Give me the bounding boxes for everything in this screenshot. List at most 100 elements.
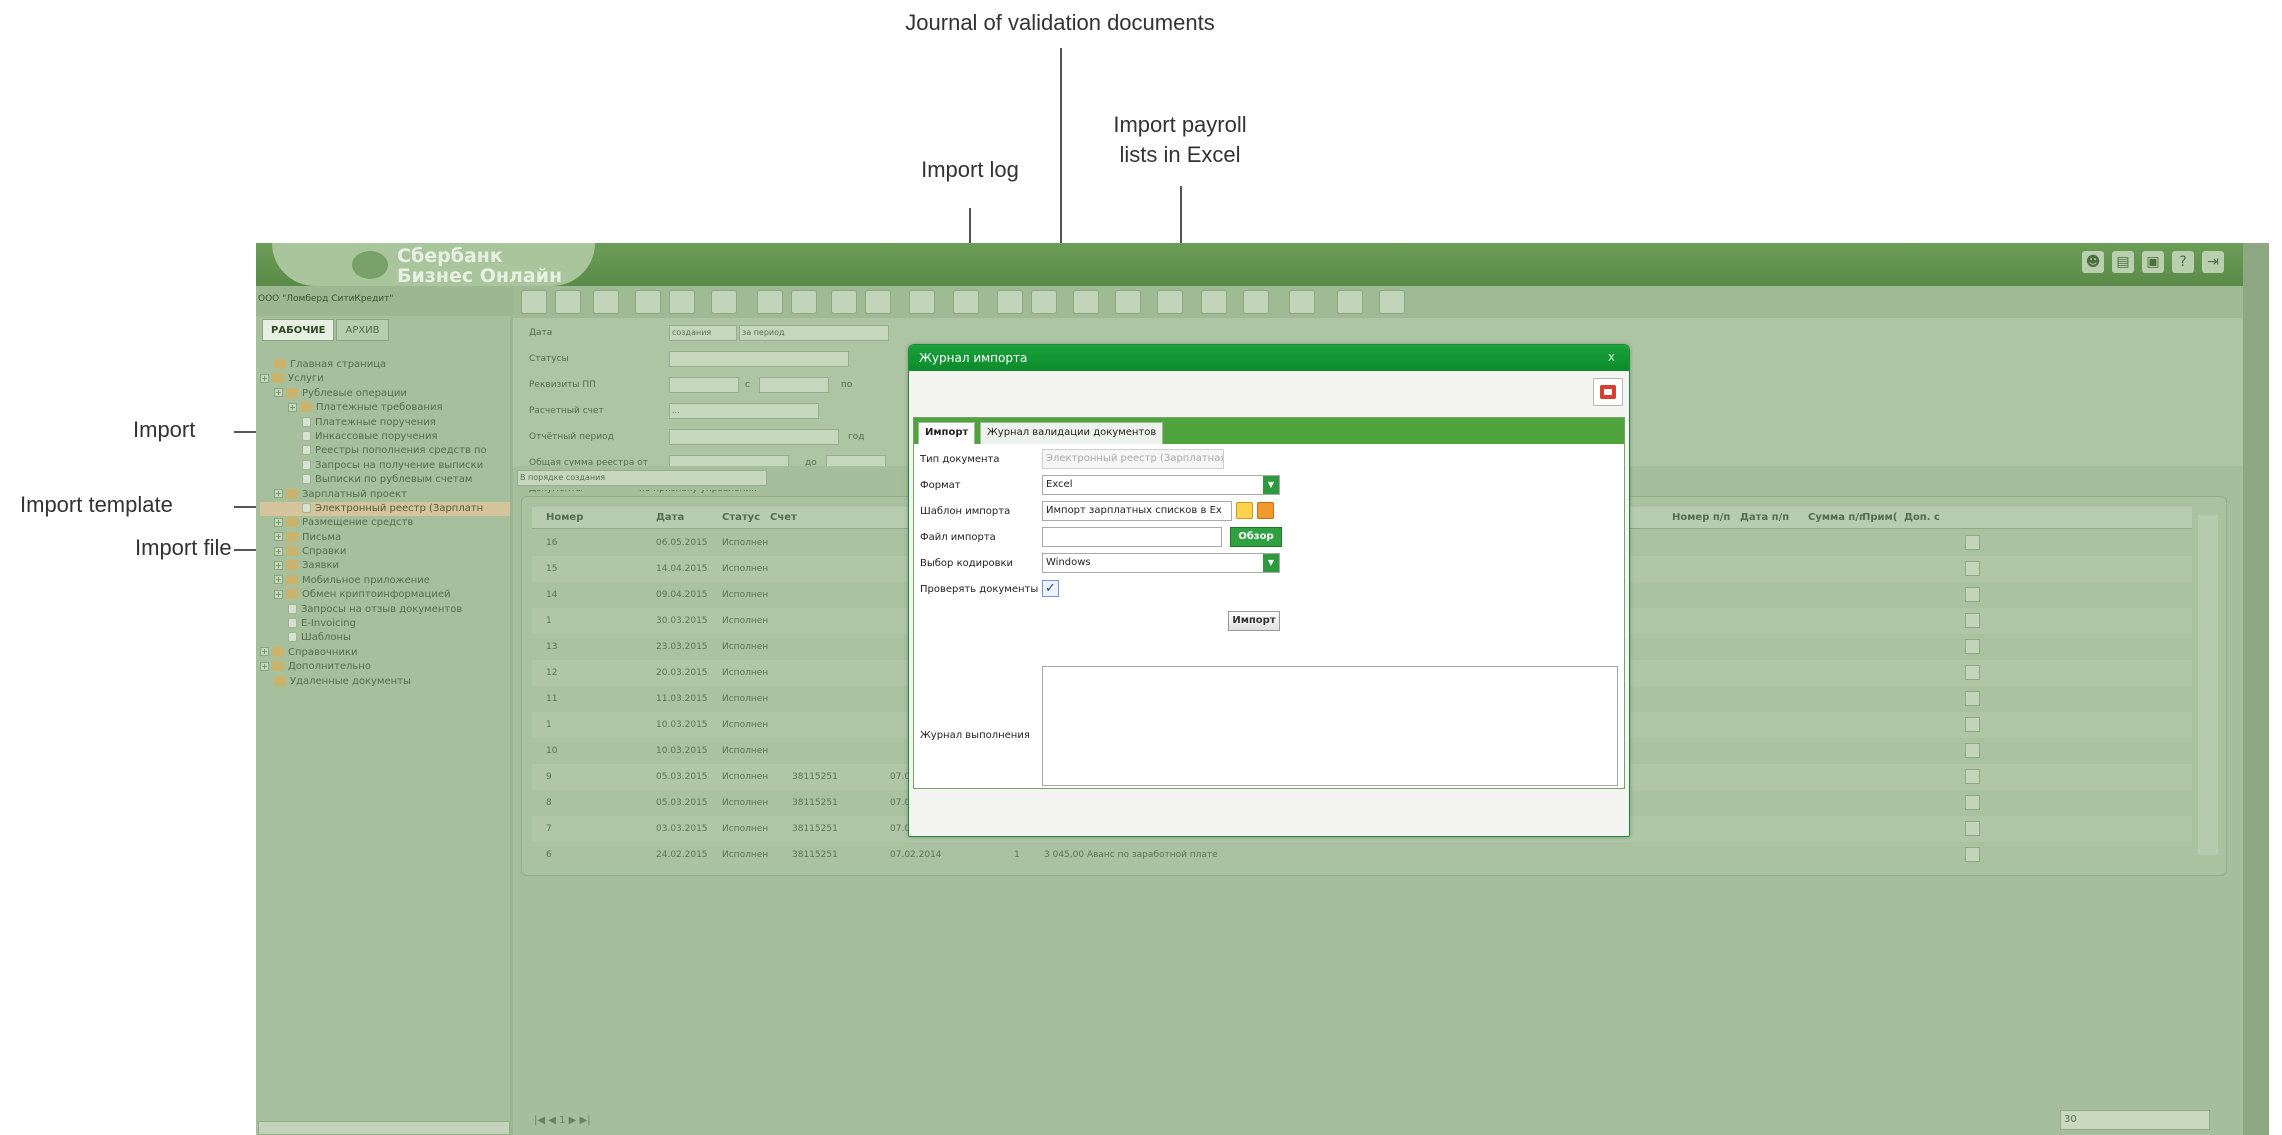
sidebar-item[interactable]: Платежные поручения	[260, 416, 510, 430]
sidebar-item[interactable]: Электронный реестр (Зарплатн	[260, 501, 510, 517]
user-icon[interactable]: ☻	[2082, 251, 2104, 273]
export-log-icon[interactable]	[1593, 378, 1623, 406]
lock-icon[interactable]: ▣	[2142, 251, 2164, 273]
toolbar-button-icon[interactable]	[1201, 290, 1227, 314]
toolbar-button-icon[interactable]	[1289, 290, 1315, 314]
toolbar-button-icon[interactable]	[865, 290, 891, 314]
filter-date-period[interactable]: за период	[739, 325, 889, 341]
expand-icon[interactable]: +	[260, 373, 269, 383]
row-checkbox[interactable]	[1965, 639, 1980, 654]
template-field[interactable]: Импорт зарплатных списков в Ex	[1042, 501, 1232, 521]
row-checkbox[interactable]	[1965, 587, 1980, 602]
sidebar-item[interactable]: + Зарплатный проект	[260, 488, 510, 502]
pager[interactable]: |◀ ◀ 1 ▶ ▶|	[534, 1115, 591, 1126]
expand-icon[interactable]: +	[260, 647, 269, 657]
toolbar-button-icon[interactable]	[1379, 290, 1405, 314]
toolbar-button-icon[interactable]	[1073, 290, 1099, 314]
col-pp-sum[interactable]: Сумма п/п	[1808, 512, 1866, 523]
run-log-area[interactable]	[1042, 666, 1618, 786]
toolbar-button-icon[interactable]	[791, 290, 817, 314]
row-checkbox[interactable]	[1965, 743, 1980, 758]
expand-icon[interactable]: +	[274, 388, 283, 398]
sidebar-item[interactable]: + Справочники	[260, 646, 510, 660]
page-size-select[interactable]: 30	[2060, 1110, 2210, 1130]
col-extra[interactable]: Доп. с	[1904, 512, 1940, 523]
toolbar-button-icon[interactable]	[1115, 290, 1141, 314]
toolbar-button-icon[interactable]	[1243, 290, 1269, 314]
toolbar-button-icon[interactable]	[1031, 290, 1057, 314]
toolbar-button-icon[interactable]	[831, 290, 857, 314]
sidebar-item[interactable]: + Рублевые операции	[260, 387, 510, 401]
col-date[interactable]: Дата	[656, 512, 684, 523]
sidebar-item[interactable]: Инкассовые поручения	[260, 430, 510, 444]
toolbar-button-icon[interactable]	[635, 290, 661, 314]
row-checkbox[interactable]	[1965, 717, 1980, 732]
format-select[interactable]: Excel ▼	[1042, 475, 1280, 495]
tab-working[interactable]: РАБОЧИЕ	[262, 319, 335, 341]
sidebar-item[interactable]: + Мобильное приложение	[260, 574, 510, 588]
sidebar-item[interactable]: Главная страница	[260, 358, 510, 372]
sidebar-item[interactable]: + Письма	[260, 531, 510, 545]
sidebar-hscrollbar[interactable]	[258, 1121, 510, 1135]
toolbar-button-icon[interactable]	[555, 290, 581, 314]
expand-icon[interactable]: +	[274, 546, 283, 556]
sidebar-item[interactable]: Удаленные документы	[260, 675, 510, 689]
exit-icon[interactable]: ⇥	[2202, 251, 2224, 273]
col-pp-number[interactable]: Номер п/п	[1672, 512, 1730, 523]
sidebar-item[interactable]: + Заявки	[260, 559, 510, 573]
row-checkbox[interactable]	[1965, 535, 1980, 550]
row-checkbox[interactable]	[1965, 665, 1980, 680]
filter-period-input[interactable]	[669, 429, 839, 445]
sidebar-item[interactable]: Запросы на отзыв документов	[260, 603, 510, 617]
browse-button[interactable]: Обзор	[1230, 527, 1282, 547]
sidebar-item[interactable]: Запросы на получение выписки	[260, 459, 510, 473]
toolbar-button-icon[interactable]	[909, 290, 935, 314]
expand-icon[interactable]: +	[288, 402, 297, 412]
expand-icon[interactable]: +	[274, 517, 283, 527]
table-row[interactable]: 6 24.02.2015 Исполнен 38115251 07.02.2014 1 3 …	[532, 842, 2192, 868]
row-checkbox[interactable]	[1965, 613, 1980, 628]
grid-vscrollbar[interactable]	[2198, 515, 2218, 855]
sidebar-item[interactable]: E-Invoicing	[260, 617, 510, 631]
tab-validation-journal[interactable]: Журнал валидации документов	[980, 422, 1164, 444]
check-docs-checkbox[interactable]: ✓	[1042, 580, 1059, 597]
close-icon[interactable]: x	[1608, 350, 1615, 364]
filter-account-input[interactable]: ...	[669, 403, 819, 419]
toolbar-button-icon[interactable]	[1337, 290, 1363, 314]
filter-statuses-input[interactable]	[669, 351, 849, 367]
tab-archive[interactable]: АРХИВ	[336, 319, 389, 341]
encoding-select[interactable]: Windows ▼	[1042, 553, 1280, 573]
file-field[interactable]	[1042, 527, 1222, 547]
sidebar-item[interactable]: + Дополнительно	[260, 660, 510, 674]
col-pp-date[interactable]: Дата п/п	[1740, 512, 1789, 523]
sidebar-item[interactable]: + Услуги	[260, 372, 510, 386]
sidebar-item[interactable]: + Платежные требования	[260, 401, 510, 415]
toolbar-button-icon[interactable]	[669, 290, 695, 314]
chevron-down-icon[interactable]: ▼	[1263, 476, 1279, 494]
col-number[interactable]: Номер	[546, 512, 583, 523]
sidebar-item[interactable]: Реестры пополнения средств по	[260, 444, 510, 458]
col-account[interactable]: Счет	[770, 512, 797, 523]
expand-icon[interactable]: +	[274, 532, 283, 542]
row-checkbox[interactable]	[1965, 691, 1980, 706]
expand-icon[interactable]: +	[274, 560, 283, 570]
toolbar-button-icon[interactable]	[1157, 290, 1183, 314]
sidebar-item[interactable]: + Обмен криптоинформацией	[260, 588, 510, 602]
order-select[interactable]: В порядке создания	[517, 470, 767, 486]
sidebar-item[interactable]: + Размещение средств	[260, 516, 510, 530]
filter-from-input[interactable]	[759, 377, 829, 393]
sidebar-item[interactable]: Выписки по рублевым счетам	[260, 473, 510, 487]
tab-import[interactable]: Импорт	[918, 422, 976, 444]
row-checkbox[interactable]	[1965, 847, 1980, 862]
template-edit-icon[interactable]	[1257, 502, 1274, 519]
window-scrollbar[interactable]	[2243, 243, 2269, 1135]
expand-icon[interactable]: +	[274, 489, 283, 499]
expand-icon[interactable]: +	[274, 589, 283, 599]
filter-requisites-input[interactable]	[669, 377, 739, 393]
sidebar-item[interactable]: Шаблоны	[260, 631, 510, 645]
col-status[interactable]: Статус	[722, 512, 760, 523]
expand-icon[interactable]: +	[260, 661, 269, 671]
toolbar-button-icon[interactable]	[521, 290, 547, 314]
chevron-down-icon[interactable]: ▼	[1263, 554, 1279, 572]
calculator-icon[interactable]: ▤	[2112, 251, 2134, 273]
